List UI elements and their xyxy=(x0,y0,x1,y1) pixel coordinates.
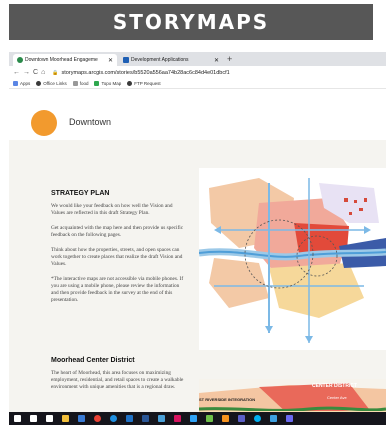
apps-grid-icon xyxy=(13,81,18,86)
story-title: Downtown xyxy=(69,117,112,127)
lock-icon[interactable]: 🔒 xyxy=(52,70,58,76)
taskbar-button[interactable] xyxy=(137,412,153,425)
taskbar-button[interactable] xyxy=(73,412,89,425)
taskbar-button[interactable] xyxy=(265,412,281,425)
taskbar-button[interactable] xyxy=(233,412,249,425)
back-icon[interactable]: ← xyxy=(13,69,23,76)
story-logo-dot xyxy=(31,110,57,136)
search-icon xyxy=(29,415,37,422)
taskbar-button[interactable] xyxy=(249,412,265,425)
bookmark-food[interactable]: food xyxy=(72,81,89,86)
bookmarks-bar: Apps Office Links food Topo Map FTP Requ… xyxy=(9,79,386,89)
storymap-page: Downtown STRATEGY PLAN We would like you… xyxy=(9,90,386,425)
taskbar-button[interactable] xyxy=(217,412,233,425)
tab-label: Development Applications xyxy=(131,57,189,63)
taskbar-button[interactable] xyxy=(9,412,25,425)
bookmark-office-links[interactable]: Office Links xyxy=(36,81,67,86)
section-paragraph: Get acquainted with the map here and the… xyxy=(51,225,184,238)
store-icon xyxy=(77,415,85,422)
storymaps-banner: STORYMAPS xyxy=(9,4,373,40)
bookmark-label: Office Links xyxy=(43,81,67,86)
file-explorer-icon xyxy=(61,415,69,422)
outlook-icon xyxy=(125,415,133,422)
windows-taskbar xyxy=(9,412,386,425)
story-header: Downtown xyxy=(9,90,386,140)
photoshop-icon xyxy=(189,415,197,422)
storymaps-favicon-icon xyxy=(17,57,23,63)
section-paragraph: Think about how the properties, streets,… xyxy=(51,247,183,267)
section-paragraph: The heart of Moorhead, this area focuses… xyxy=(51,370,184,390)
map-label-street: Center Ave xyxy=(327,395,347,400)
taskbar-button[interactable] xyxy=(41,412,57,425)
map-label-district: CENTER DISTRICT xyxy=(312,383,357,389)
close-icon[interactable]: ✕ xyxy=(214,57,219,64)
address-bar[interactable]: storymaps.arcgis.com/stories/b5520a556aa… xyxy=(62,70,230,76)
home-icon[interactable]: ⌂ xyxy=(41,69,48,76)
taskbar-button[interactable] xyxy=(185,412,201,425)
taskbar-button[interactable] xyxy=(25,412,41,425)
new-tab-icon[interactable]: + xyxy=(227,54,232,64)
taskbar-button[interactable] xyxy=(57,412,73,425)
bookmark-ftp-request[interactable]: FTP Request xyxy=(127,81,161,86)
section-paragraph: *The interactive maps are not accessible… xyxy=(51,276,184,303)
word-icon xyxy=(141,415,149,422)
task-view-icon xyxy=(45,415,53,422)
forward-icon[interactable]: → xyxy=(23,69,33,76)
bookmark-topo-map[interactable]: Topo Map xyxy=(94,81,121,86)
address-toolbar: ←→C⌂ 🔒 storymaps.arcgis.com/stories/b552… xyxy=(9,66,386,79)
windows-start-icon xyxy=(13,415,21,422)
tab-bar: Downtown Moorhead Engageme ✕ Development… xyxy=(9,52,386,66)
map-icon xyxy=(94,81,100,86)
taskbar-button[interactable] xyxy=(169,412,185,425)
bookmark-label: FTP Request xyxy=(134,81,161,86)
browser-screenshot: Downtown Moorhead Engageme ✕ Development… xyxy=(9,52,386,425)
notepad-icon xyxy=(269,415,277,422)
close-icon[interactable]: ✕ xyxy=(108,57,113,64)
taskbar-button[interactable] xyxy=(201,412,217,425)
edge-icon xyxy=(109,415,117,422)
bookmark-label: food xyxy=(79,81,89,86)
taskbar-button[interactable] xyxy=(89,412,105,425)
section-heading: STRATEGY PLAN xyxy=(51,190,110,197)
section-heading: Moorhead Center District xyxy=(51,357,135,364)
nav-buttons: ←→C⌂ xyxy=(13,69,48,76)
spoon-icon xyxy=(72,81,78,86)
map-label-riverside: ST RIVERSIDE INTEGRATION xyxy=(199,397,255,402)
tab-downtown-engagement[interactable]: Downtown Moorhead Engageme ✕ xyxy=(13,54,117,66)
teams-icon xyxy=(237,415,245,422)
taskbar-button[interactable] xyxy=(281,412,297,425)
moorhead-center-section: Moorhead Center District The heart of Mo… xyxy=(51,357,187,399)
bookmark-apps[interactable]: Apps xyxy=(13,81,30,86)
bookmark-label: Apps xyxy=(20,81,31,86)
strategy-plan-section: STRATEGY PLAN We would like your feedbac… xyxy=(51,190,187,312)
taskbar-button[interactable] xyxy=(105,412,121,425)
indesign-icon xyxy=(173,415,181,422)
maps-icon xyxy=(205,415,213,422)
reload-icon[interactable]: C xyxy=(33,69,41,76)
illustrator-icon xyxy=(221,415,229,422)
arcgis-icon xyxy=(157,415,165,422)
banner-title: STORYMAPS xyxy=(112,10,270,34)
globe-icon xyxy=(36,81,42,86)
skype-icon xyxy=(253,415,261,422)
tab-development-applications[interactable]: Development Applications ✕ xyxy=(119,54,223,66)
app-favicon-icon xyxy=(123,57,129,63)
section-paragraph: We would like your feedback on how well … xyxy=(51,203,173,216)
taskbar-button[interactable] xyxy=(153,412,169,425)
strategy-plan-map[interactable] xyxy=(199,168,386,350)
globe-icon xyxy=(127,81,133,86)
tab-label: Downtown Moorhead Engageme xyxy=(25,57,98,63)
taskbar-button[interactable] xyxy=(121,412,137,425)
bookmark-label: Topo Map xyxy=(101,81,122,86)
app-icon xyxy=(285,415,293,422)
chrome-icon xyxy=(93,415,101,422)
